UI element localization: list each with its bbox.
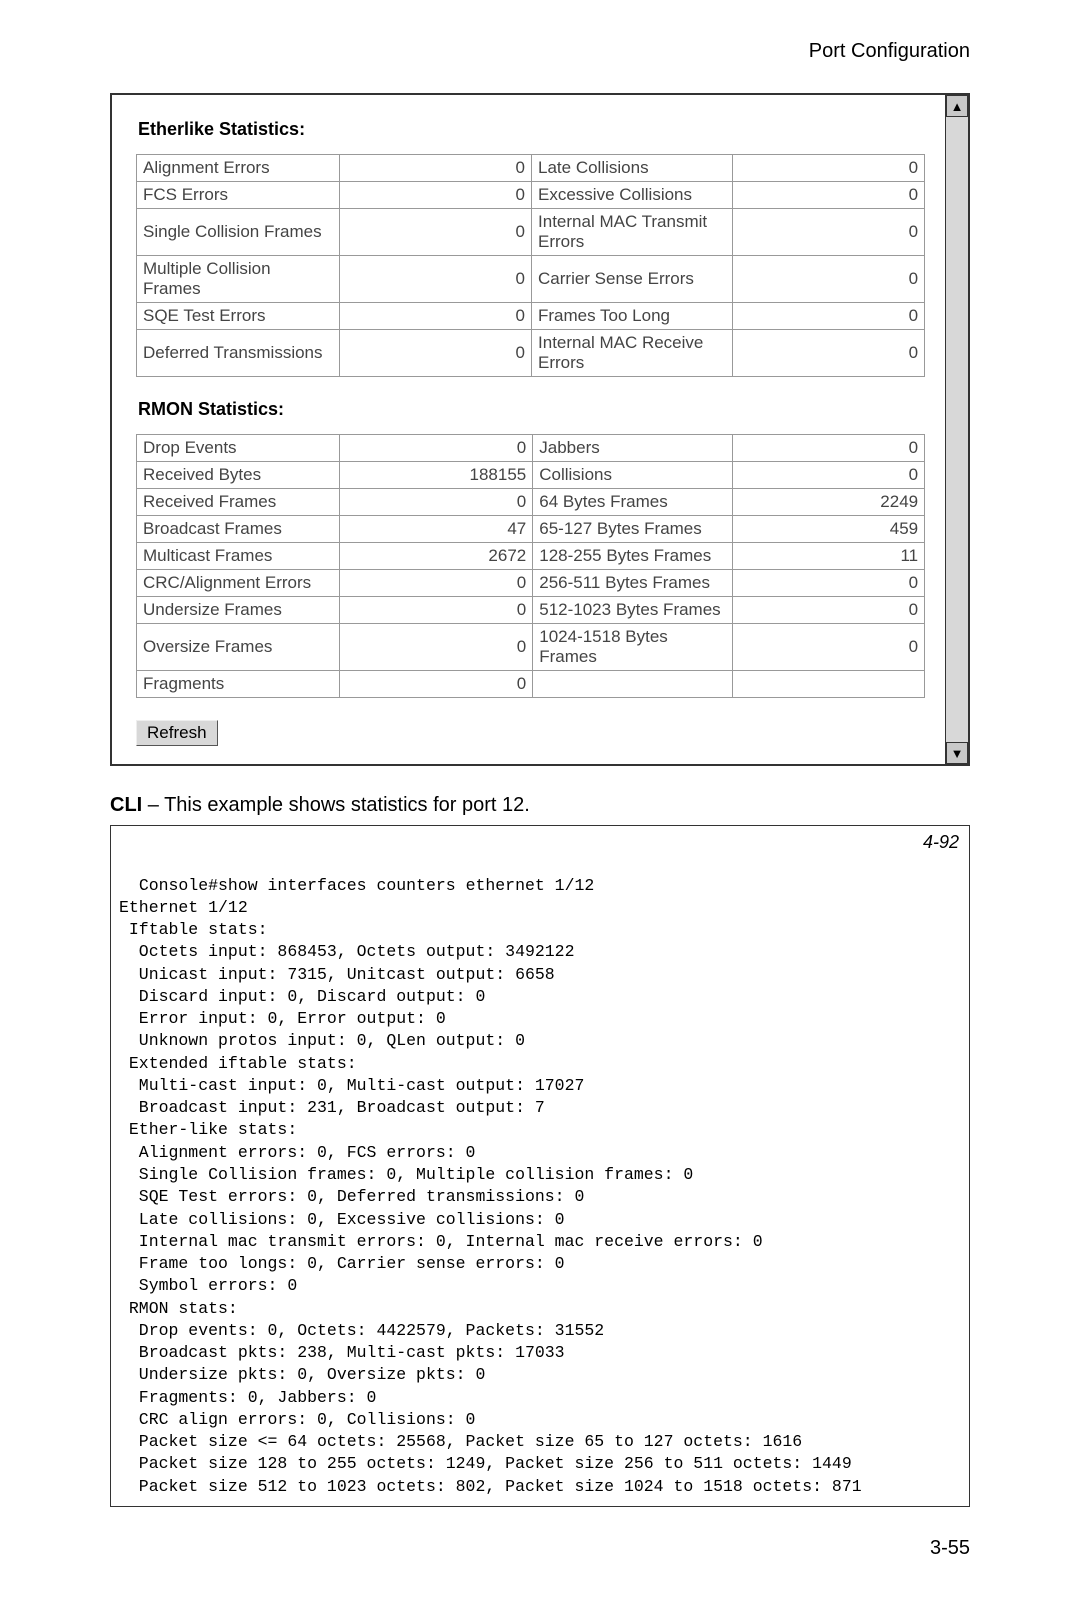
stat-value: 0 [339, 570, 533, 597]
stat-label: Multiple Collision Frames [137, 256, 340, 303]
stat-label: Drop Events [137, 435, 340, 462]
statistics-panel: ▲ ▼ Etherlike Statistics: Alignment Erro… [110, 93, 970, 766]
stat-value: 0 [732, 462, 924, 489]
stat-value: 0 [732, 435, 924, 462]
stat-value: 0 [339, 209, 531, 256]
stat-value: 0 [732, 155, 924, 182]
stat-label: Single Collision Frames [137, 209, 340, 256]
stat-value: 0 [732, 182, 924, 209]
stat-label: Fragments [137, 671, 340, 698]
stat-value: 0 [339, 330, 531, 377]
stat-label: Broadcast Frames [137, 516, 340, 543]
stat-value: 188155 [339, 462, 533, 489]
stat-label: Received Frames [137, 489, 340, 516]
rmon-title: RMON Statistics: [138, 399, 958, 420]
cli-page-ref: 4-92 [923, 830, 959, 854]
stat-value: 0 [339, 182, 531, 209]
stat-label: 256-511 Bytes Frames [533, 570, 732, 597]
stat-value: 0 [732, 570, 924, 597]
stat-value: 0 [339, 671, 533, 698]
stat-value: 2672 [339, 543, 533, 570]
stat-label: Excessive Collisions [532, 182, 733, 209]
stat-label: Multicast Frames [137, 543, 340, 570]
page-number: 3-55 [110, 1537, 970, 1560]
stat-value: 11 [732, 543, 924, 570]
cli-caption-bold: CLI [110, 794, 142, 816]
stat-label: Alignment Errors [137, 155, 340, 182]
stat-label: Carrier Sense Errors [532, 256, 733, 303]
page-header: Port Configuration [110, 40, 970, 63]
stat-label: CRC/Alignment Errors [137, 570, 340, 597]
stat-label: Jabbers [533, 435, 732, 462]
stat-label [533, 671, 732, 698]
stat-value: 0 [732, 303, 924, 330]
stat-value: 0 [732, 209, 924, 256]
stat-label: Internal MAC Receive Errors [532, 330, 733, 377]
stat-value: 0 [732, 624, 924, 671]
stat-label: Internal MAC Transmit Errors [532, 209, 733, 256]
stat-label: Frames Too Long [532, 303, 733, 330]
etherlike-title: Etherlike Statistics: [138, 119, 958, 140]
stat-value: 0 [339, 155, 531, 182]
stat-value: 0 [339, 435, 533, 462]
stat-value: 0 [339, 303, 531, 330]
stat-label: 65-127 Bytes Frames [533, 516, 732, 543]
stat-value: 47 [339, 516, 533, 543]
refresh-button[interactable]: Refresh [136, 720, 218, 746]
rmon-table: Drop Events0Jabbers0Received Bytes188155… [136, 434, 925, 698]
cli-text: Console#show interfaces counters etherne… [119, 876, 862, 1496]
stat-label: FCS Errors [137, 182, 340, 209]
stat-value: 0 [339, 256, 531, 303]
stat-value [732, 671, 924, 698]
stat-value: 0 [339, 597, 533, 624]
stat-label: Received Bytes [137, 462, 340, 489]
stat-value: 0 [732, 256, 924, 303]
stat-label: 512-1023 Bytes Frames [533, 597, 732, 624]
scroll-up-icon[interactable]: ▲ [946, 95, 968, 117]
scrollbar[interactable]: ▲ ▼ [945, 95, 968, 764]
stat-value: 0 [732, 330, 924, 377]
stat-value: 459 [732, 516, 924, 543]
stat-label: Collisions [533, 462, 732, 489]
stat-label: Late Collisions [532, 155, 733, 182]
stat-value: 0 [339, 489, 533, 516]
scroll-down-icon[interactable]: ▼ [946, 742, 968, 764]
stat-label: 64 Bytes Frames [533, 489, 732, 516]
cli-caption: CLI – This example shows statistics for … [110, 794, 970, 817]
stat-label: Oversize Frames [137, 624, 340, 671]
stat-value: 0 [732, 597, 924, 624]
stat-label: 128-255 Bytes Frames [533, 543, 732, 570]
stat-label: Deferred Transmissions [137, 330, 340, 377]
stat-label: 1024-1518 Bytes Frames [533, 624, 732, 671]
stat-label: Undersize Frames [137, 597, 340, 624]
stat-value: 2249 [732, 489, 924, 516]
stat-value: 0 [339, 624, 533, 671]
etherlike-table: Alignment Errors0Late Collisions0FCS Err… [136, 154, 925, 377]
cli-output: 4-92 Console#show interfaces counters et… [110, 825, 970, 1507]
cli-caption-text: – This example shows statistics for port… [142, 794, 530, 816]
stat-label: SQE Test Errors [137, 303, 340, 330]
